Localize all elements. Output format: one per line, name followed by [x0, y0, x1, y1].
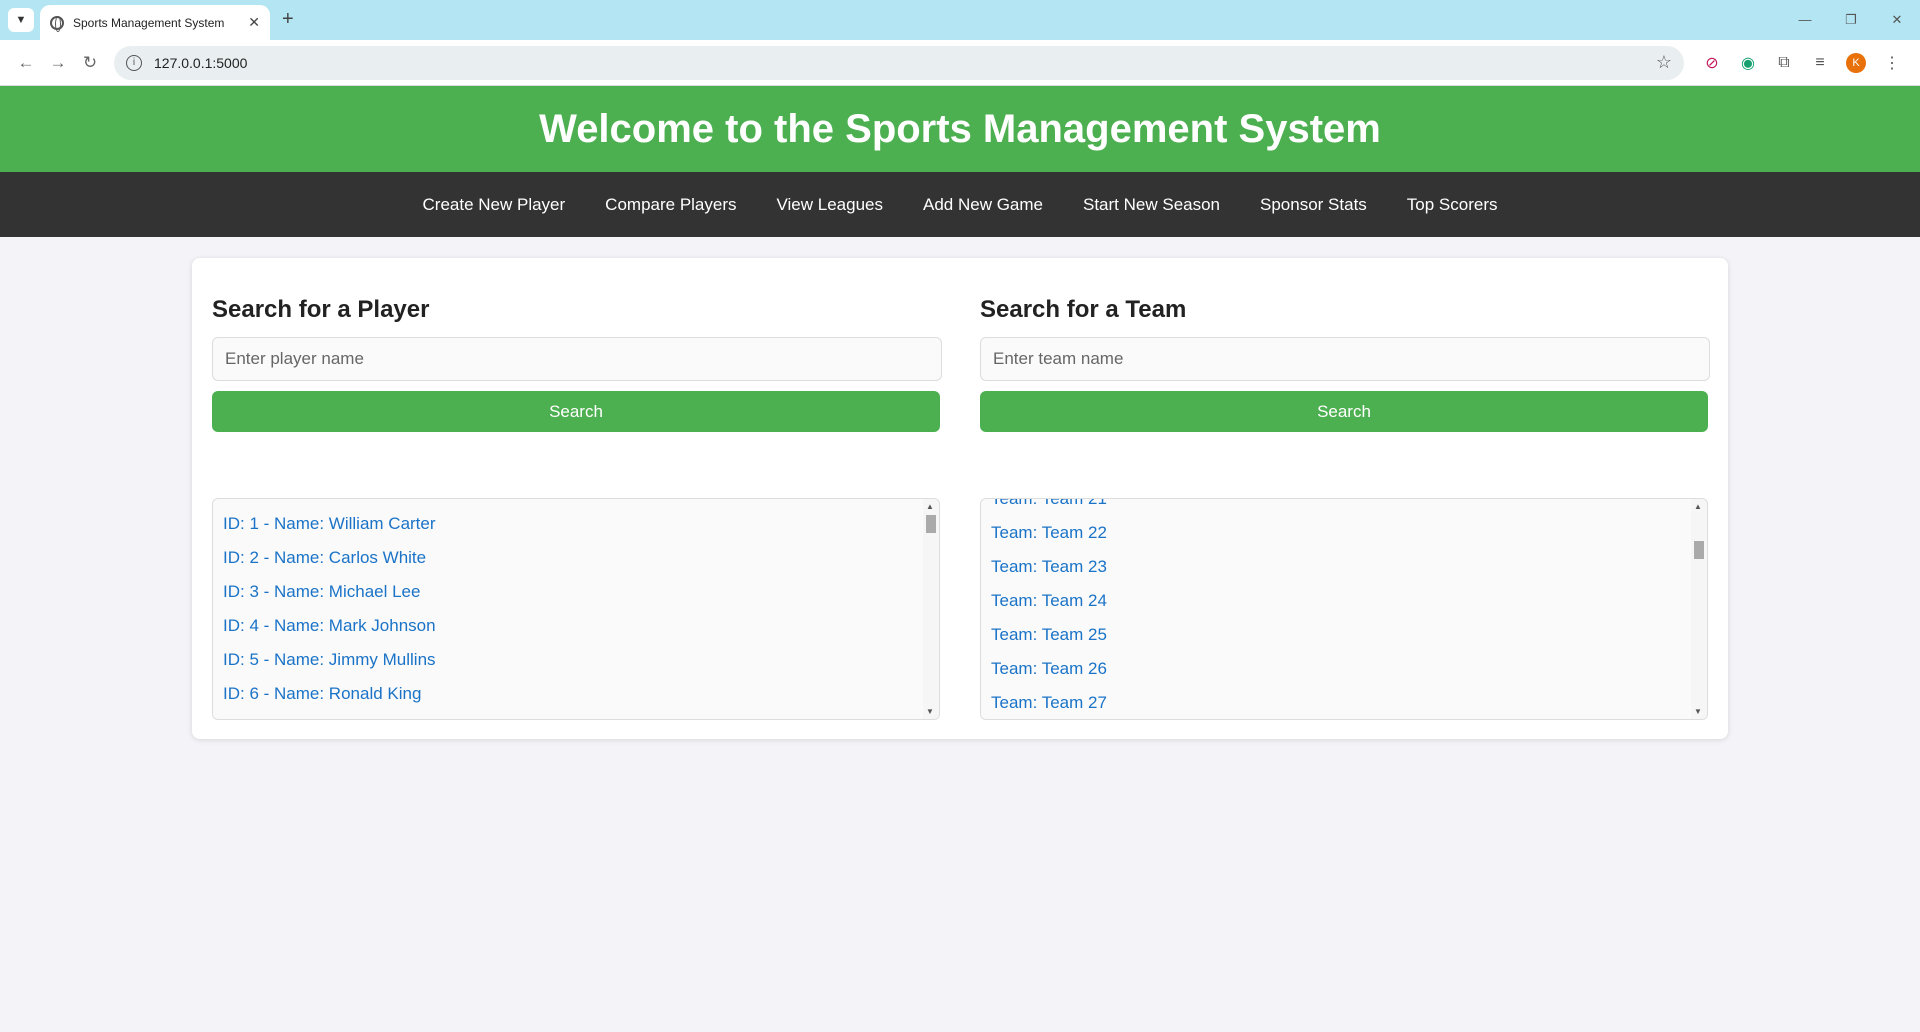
main-nav: Create New Player Compare Players View L…	[0, 172, 1920, 237]
player-result-item[interactable]: ID: 2 - Name: Carlos White	[223, 541, 929, 575]
reload-button[interactable]: ↻	[74, 53, 106, 73]
scroll-up-arrow-icon[interactable]: ▲	[926, 502, 934, 511]
extensions-puzzle-icon[interactable]: ⧉	[1766, 54, 1802, 72]
bookmark-star-icon[interactable]: ☆	[1656, 52, 1672, 73]
tab-search-button[interactable]: ▼	[8, 8, 34, 32]
nav-compare-players[interactable]: Compare Players	[585, 195, 756, 215]
page-title: Welcome to the Sports Management System	[539, 106, 1381, 151]
team-list-scrollbar[interactable]: ▲ ▼	[1691, 499, 1707, 719]
browser-tab-bar: ▼ Sports Management System ✕ + — ❐ ✕	[0, 0, 1920, 40]
player-results-list[interactable]: ID: 1 - Name: William Carter ID: 2 - Nam…	[212, 498, 940, 720]
nav-start-new-season[interactable]: Start New Season	[1063, 195, 1240, 215]
player-search-heading: Search for a Player	[212, 296, 430, 323]
window-controls: — ❐ ✕	[1782, 0, 1920, 40]
url-text[interactable]: 127.0.0.1:5000	[154, 55, 1656, 71]
minimize-button[interactable]: —	[1782, 0, 1828, 40]
player-result-item[interactable]: ID: 6 - Name: Ronald King	[223, 677, 929, 711]
team-search-button[interactable]: Search	[980, 391, 1708, 432]
search-container: Search for a Player Search Search for a …	[192, 258, 1728, 739]
team-result-item[interactable]: Team: Team 25	[991, 618, 1697, 652]
page-header: Welcome to the Sports Management System	[0, 86, 1920, 172]
team-search-heading: Search for a Team	[980, 296, 1187, 323]
scroll-thumb[interactable]	[1694, 541, 1704, 559]
scroll-down-arrow-icon[interactable]: ▼	[1694, 707, 1702, 716]
team-search-section: Search for a Team Search	[980, 296, 1710, 432]
site-info-icon[interactable]: i	[126, 54, 142, 71]
profile-avatar[interactable]: K	[1846, 52, 1866, 73]
player-list-scrollbar[interactable]: ▲ ▼	[923, 499, 939, 719]
browser-menu-icon[interactable]: ⋮	[1874, 53, 1910, 73]
player-result-item[interactable]: ID: 1 - Name: William Carter	[223, 507, 929, 541]
player-search-section: Search for a Player Search	[212, 296, 942, 432]
team-name-input[interactable]	[980, 337, 1710, 381]
globe-icon	[50, 15, 64, 32]
close-window-button[interactable]: ✕	[1874, 0, 1920, 40]
player-result-item[interactable]: ID: 4 - Name: Mark Johnson	[223, 609, 929, 643]
nav-create-new-player[interactable]: Create New Player	[403, 195, 586, 215]
new-tab-button[interactable]: +	[282, 8, 294, 31]
close-icon[interactable]: ✕	[248, 14, 260, 31]
nav-sponsor-stats[interactable]: Sponsor Stats	[1240, 195, 1387, 215]
team-result-item[interactable]: Team: Team 21	[991, 499, 1697, 516]
nav-top-scorers[interactable]: Top Scorers	[1387, 195, 1518, 215]
forward-button[interactable]: →	[42, 53, 74, 73]
team-result-item[interactable]: Team: Team 26	[991, 652, 1697, 686]
player-result-item[interactable]: ID: 5 - Name: Jimmy Mullins	[223, 643, 929, 677]
nav-view-leagues[interactable]: View Leagues	[757, 195, 904, 215]
player-search-button[interactable]: Search	[212, 391, 940, 432]
omnibox[interactable]: i 127.0.0.1:5000 ☆	[114, 45, 1684, 80]
scroll-up-arrow-icon[interactable]: ▲	[1694, 502, 1702, 511]
team-result-item[interactable]: Team: Team 22	[991, 516, 1697, 550]
nav-add-new-game[interactable]: Add New Game	[903, 195, 1063, 215]
adblock-extension-icon[interactable]: ⊘	[1694, 53, 1730, 73]
team-results-list[interactable]: Team: Team 21 Team: Team 22 Team: Team 2…	[980, 498, 1708, 720]
back-button[interactable]: ←	[10, 53, 42, 73]
tab-title: Sports Management System	[73, 15, 225, 30]
team-result-item[interactable]: Team: Team 27	[991, 686, 1697, 719]
player-result-item[interactable]: ID: 3 - Name: Michael Lee	[223, 575, 929, 609]
team-result-item[interactable]: Team: Team 24	[991, 584, 1697, 618]
grammarly-extension-icon[interactable]: ◉	[1730, 53, 1766, 73]
team-result-item[interactable]: Team: Team 23	[991, 550, 1697, 584]
restore-button[interactable]: ❐	[1828, 0, 1874, 40]
scroll-thumb[interactable]	[926, 515, 936, 533]
browser-tab[interactable]: Sports Management System ✕	[40, 5, 270, 40]
player-name-input[interactable]	[212, 337, 942, 381]
address-bar-row: ← → ↻ i 127.0.0.1:5000 ☆ ⊘ ◉ ⧉ ≡ K ⋮	[0, 40, 1920, 86]
reading-list-icon[interactable]: ≡	[1802, 54, 1838, 72]
scroll-down-arrow-icon[interactable]: ▼	[926, 707, 934, 716]
